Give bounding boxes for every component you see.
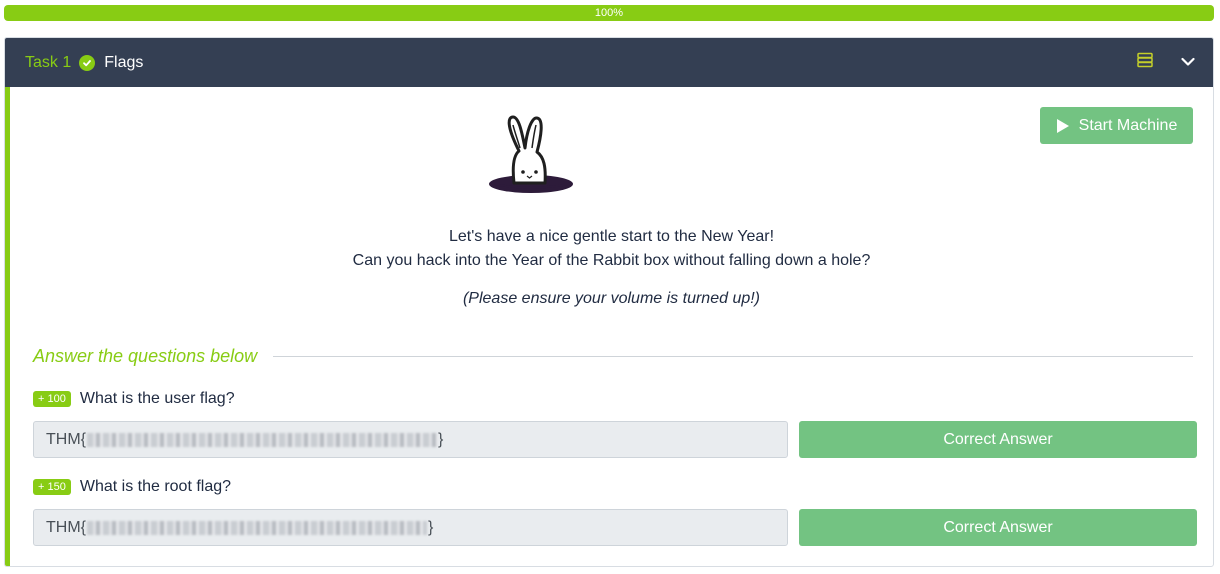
heading-divider <box>273 356 1193 357</box>
check-circle-icon <box>79 54 96 71</box>
task-title: Flags <box>104 53 144 71</box>
volume-note: (Please ensure your volume is turned up!… <box>462 290 761 307</box>
question-text: What is the root flag? <box>79 478 232 495</box>
answer-prefix: THM{ <box>46 518 86 536</box>
task-card: Task 1 Flags Start Machine Let's have a … <box>4 37 1214 567</box>
answer-suffix: } <box>428 518 434 536</box>
question-text: What is the user flag? <box>79 390 235 407</box>
answer-heading-text: Answer the questions below <box>33 346 258 366</box>
question-row: + 150 What is the root flag? <box>33 478 231 496</box>
correct-answer-button[interactable]: Correct Answer <box>799 421 1197 458</box>
task-description: Let's have a nice gentle start to the Ne… <box>10 225 1213 273</box>
start-machine-button[interactable]: Start Machine <box>1040 107 1193 144</box>
task-header[interactable]: Task 1 Flags <box>5 38 1213 87</box>
rabbit-in-hole-image <box>486 115 576 200</box>
intro-line-1: Let's have a nice gentle start to the Ne… <box>448 228 775 245</box>
correct-answer-button[interactable]: Correct Answer <box>799 509 1197 546</box>
answer-section-heading: Answer the questions below <box>33 346 1193 367</box>
redacted-flag <box>87 432 437 447</box>
server-icon[interactable] <box>1137 52 1153 73</box>
task-number: Task 1 <box>25 53 72 71</box>
answer-field-user-flag[interactable]: THM{ } <box>33 421 788 458</box>
task-body: Start Machine Let's have a nice gentle s… <box>5 87 1213 566</box>
points-badge: + 100 <box>33 391 71 407</box>
intro-line-2: Can you hack into the Year of the Rabbit… <box>352 252 871 269</box>
answer-suffix: } <box>438 430 444 448</box>
points-badge: + 150 <box>33 479 71 495</box>
question-row: + 100 What is the user flag? <box>33 390 235 408</box>
task-progress-bar: 100% <box>4 5 1214 21</box>
play-icon <box>1056 118 1069 133</box>
chevron-down-icon[interactable] <box>1181 54 1195 72</box>
answer-prefix: THM{ <box>46 430 86 448</box>
answer-field-root-flag[interactable]: THM{ } <box>33 509 788 546</box>
redacted-flag <box>87 520 427 535</box>
start-machine-label: Start Machine <box>1078 116 1178 134</box>
progress-fill: 100% <box>4 5 1214 21</box>
